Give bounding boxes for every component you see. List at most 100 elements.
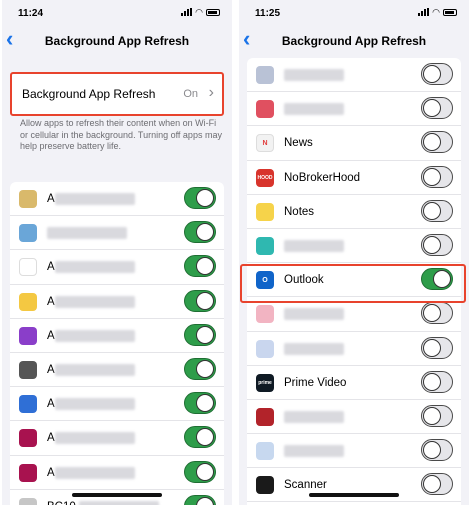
setting-description: Allow apps to refresh their content when…	[20, 118, 222, 151]
redacted-app-name	[55, 193, 135, 205]
redacted-app-name	[55, 261, 135, 274]
home-indicator	[309, 493, 399, 497]
setting-value: On	[183, 88, 198, 100]
app-list: N News HOOD NoBrokerHood Notes O Outlook prime P…	[247, 58, 461, 505]
refresh-toggle[interactable]	[184, 221, 216, 244]
toggle-knob	[196, 223, 214, 242]
signal-icon	[418, 8, 430, 16]
redacted-app-name	[79, 500, 159, 505]
refresh-toggle[interactable]	[421, 404, 453, 427]
refresh-toggle[interactable]	[184, 187, 216, 209]
refresh-toggle[interactable]	[421, 131, 453, 154]
battery-icon	[443, 8, 457, 16]
app-name: Notes	[284, 205, 315, 218]
toggle-knob	[196, 394, 214, 413]
app-icon	[256, 305, 274, 324]
app-row: Notes	[247, 195, 461, 229]
prime-video-icon: prime	[256, 373, 274, 392]
app-row: A	[10, 285, 224, 319]
refresh-toggle[interactable]	[184, 289, 216, 312]
notes-icon	[256, 202, 274, 221]
app-name: A	[47, 193, 55, 205]
refresh-toggle[interactable]	[421, 473, 453, 496]
battery-icon	[206, 8, 220, 16]
scanner-icon	[256, 476, 274, 495]
toggle-knob	[196, 291, 214, 310]
signal-icon	[181, 8, 193, 16]
app-row: prime Prime Video	[247, 366, 461, 400]
refresh-toggle[interactable]	[421, 336, 453, 359]
app-row	[247, 92, 461, 127]
home-indicator	[72, 493, 162, 497]
refresh-toggle[interactable]	[421, 439, 453, 462]
app-row	[10, 216, 224, 251]
app-row: A	[10, 319, 224, 353]
refresh-toggle[interactable]	[184, 357, 216, 380]
app-row: A	[10, 421, 224, 456]
refresh-toggle[interactable]	[184, 460, 216, 483]
redacted-app-name	[284, 239, 344, 252]
app-row: A	[10, 250, 224, 285]
app-name: A	[47, 363, 55, 376]
app-row	[247, 400, 461, 435]
news-icon: N	[256, 134, 274, 153]
chevron-right-icon: ›	[208, 84, 214, 101]
axis-icon	[19, 429, 37, 448]
refresh-toggle[interactable]	[184, 392, 216, 415]
status-bar: 11:24 ◠	[2, 0, 232, 22]
app-list: A A A A A A A A BC10	[10, 182, 224, 505]
toggle-knob	[423, 201, 441, 220]
app-name: A	[47, 295, 55, 308]
shield-icon	[19, 395, 37, 414]
app-row: N News	[247, 126, 461, 161]
refresh-toggle[interactable]	[421, 63, 453, 85]
app-icon	[256, 100, 274, 119]
toggle-knob	[196, 496, 214, 505]
app-row: Scanner	[247, 468, 461, 503]
nobrokerhood-icon: HOOD	[256, 168, 274, 187]
refresh-toggle[interactable]	[421, 97, 453, 120]
app-name: News	[284, 137, 313, 150]
toggle-knob	[423, 338, 441, 357]
refresh-toggle[interactable]	[421, 199, 453, 222]
refresh-toggle[interactable]	[421, 233, 453, 256]
app-name: BC10	[47, 501, 76, 505]
toggle-knob	[196, 189, 214, 207]
refresh-toggle[interactable]	[421, 268, 453, 291]
app-name: Outlook	[284, 274, 324, 287]
app-name: Prime Video	[284, 376, 347, 389]
app-row	[247, 58, 461, 93]
app-icon	[256, 339, 274, 358]
toggle-knob	[423, 441, 441, 460]
refresh-toggle[interactable]	[421, 370, 453, 393]
page-title: Background App Refresh	[44, 34, 190, 48]
app-name: NoBrokerHood	[284, 171, 361, 184]
redacted-app-name	[284, 69, 344, 81]
navigation-bar: ‹ Background App Refresh	[239, 26, 469, 54]
app-name: A	[47, 261, 55, 274]
toggle-knob	[423, 235, 441, 254]
wifi-icon: ◠	[195, 7, 203, 17]
refresh-toggle[interactable]	[184, 255, 216, 278]
setting-label: Background App Refresh	[22, 87, 156, 101]
app-name: Scanner	[284, 479, 327, 492]
refresh-toggle[interactable]	[184, 426, 216, 449]
toggle-knob	[423, 167, 441, 186]
app-row: HOOD NoBrokerHood	[247, 161, 461, 195]
refresh-toggle[interactable]	[421, 302, 453, 325]
refresh-toggle[interactable]	[184, 494, 216, 505]
outlook-icon: O	[256, 271, 274, 290]
toggle-knob	[423, 372, 441, 391]
refresh-toggle[interactable]	[421, 165, 453, 188]
axis-icon	[19, 463, 37, 482]
app-name: A	[47, 329, 55, 342]
redacted-app-name	[284, 445, 344, 458]
refresh-toggle[interactable]	[184, 323, 216, 346]
app-icon	[256, 66, 274, 84]
toggle-knob	[423, 65, 441, 83]
background-app-refresh-setting[interactable]: Background App Refresh On ›	[10, 72, 224, 116]
app-name: A	[47, 432, 55, 445]
toggle-knob	[423, 304, 441, 323]
wifi-icon: ◠	[432, 7, 440, 17]
status-time: 11:24	[18, 8, 44, 19]
